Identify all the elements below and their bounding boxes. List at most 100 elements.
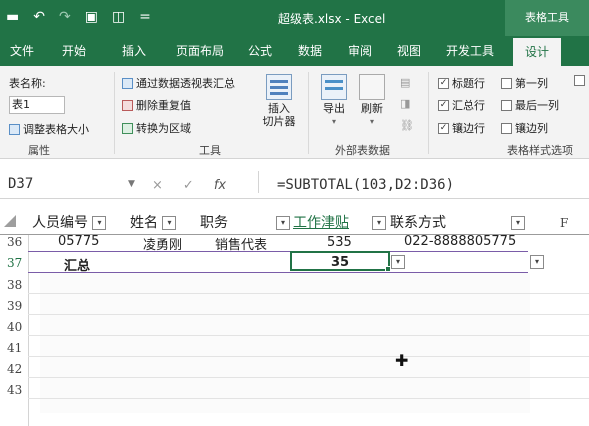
row-gridline [28,377,589,378]
undo-icon[interactable]: ↶ [33,8,45,26]
customize-qat-icon[interactable]: = [139,8,151,26]
banded-columns-checkbox[interactable]: 镶边列 [501,120,548,136]
column-header-f[interactable]: F [560,211,568,235]
convert-to-range-button[interactable]: 转换为区域 [122,120,191,136]
checkbox-unchecked-icon [501,77,512,89]
row-number[interactable]: 43 [0,383,28,397]
checkbox-unchecked-icon [501,122,512,134]
remove-duplicates-label: 删除重复值 [136,99,191,112]
group-separator [428,72,429,154]
table-name-label: 表名称: [9,77,46,90]
select-all-corner[interactable] [4,215,16,227]
header-row-checkbox[interactable]: ✓ 标题行 [438,75,485,91]
filter-dropdown-icon[interactable]: ▾ [511,216,525,230]
insert-slicer-button[interactable]: 插入 切片器 [259,74,299,128]
filter-dropdown-icon[interactable]: ▾ [276,216,290,230]
group-label-external-data: 外部表数据 [335,144,390,157]
worksheet-grid: 人员编号 ▾ 姓名 ▾ 职务 ▾ 工作津贴 ▾ 联系方式 ▾ F 36 0577… [0,199,589,426]
banded-rows-checkbox[interactable]: ✓ 镶边行 [438,120,485,136]
filter-dropdown-icon[interactable]: ▾ [162,216,177,230]
row-number[interactable]: 40 [0,320,28,334]
first-column-label: 第一列 [515,77,548,90]
tab-home[interactable]: 开始 [62,36,86,66]
table-row-border [28,251,528,252]
properties-icon[interactable]: ▤ [400,76,410,89]
header-contact-label: 联系方式 [390,215,446,231]
redo-icon[interactable]: ↷ [59,8,71,26]
total-row-label: 汇总行 [452,99,485,112]
row-number[interactable]: 37 [0,256,28,270]
checkbox-checked-icon: ✓ [438,122,449,134]
row-number[interactable]: 41 [0,341,28,355]
row-number[interactable]: 39 [0,299,28,313]
total-function-dropdown-icon[interactable]: ▾ [530,255,544,269]
tab-insert[interactable]: 插入 [122,36,146,66]
header-work-allowance: 工作津贴 [293,211,349,235]
cell-allowance[interactable]: 535 [327,235,352,250]
export-button[interactable]: 导出 ▾ [318,74,350,128]
filter-button-checkbox[interactable] [574,75,585,86]
open-in-browser-icon[interactable]: ◨ [400,97,410,110]
filter-dropdown-icon[interactable]: ▾ [372,216,386,230]
tab-formulas[interactable]: 公式 [248,36,272,66]
header-contact: 联系方式 [390,211,446,235]
export-icon [321,74,347,100]
header-position: 职务 [200,211,228,235]
save-icon[interactable]: ▣ [85,8,98,26]
name-box[interactable]: D37 [8,176,128,200]
header-name: 姓名 ▾ [130,211,178,235]
row-gridline [28,335,589,336]
row-gridline [28,314,589,315]
remove-duplicates-button[interactable]: 删除重复值 [122,97,191,113]
cell-cursor-icon: ✚ [395,351,409,370]
row-number[interactable]: 42 [0,362,28,376]
cell-total-value[interactable]: 35 [331,255,349,270]
insert-slicer-label-1: 插入 [268,102,290,115]
table-header-row: 人员编号 ▾ 姓名 ▾ 职务 ▾ 工作津贴 ▾ 联系方式 ▾ F [0,211,589,235]
open-folder-icon[interactable]: ▬ [6,8,19,26]
convert-to-range-icon [122,122,133,134]
row-gridline [28,398,589,399]
print-preview-icon[interactable]: ◫ [112,8,125,26]
slicer-icon [266,74,292,100]
refresh-dropdown-icon[interactable]: ▾ [356,115,388,128]
row-number[interactable]: 36 [0,235,28,249]
resize-table-button[interactable]: 调整表格大小 [9,121,89,137]
document-title: 超级表.xlsx - Excel [278,12,386,26]
pivot-table-icon [122,77,133,89]
row-gridline [28,293,589,294]
tab-page-layout[interactable]: 页面布局 [176,36,224,66]
filter-dropdown-icon[interactable]: ▾ [92,216,107,230]
checkbox-checked-icon: ✓ [438,99,449,111]
blurred-rows-area [40,273,530,413]
tab-view[interactable]: 视图 [397,36,421,66]
summarize-pivot-button[interactable]: 通过数据透视表汇总 [122,75,235,91]
table-tools-context-title: 表格工具 [505,0,589,36]
last-column-checkbox[interactable]: 最后一列 [501,97,559,113]
refresh-button[interactable]: 刷新 ▾ [356,74,388,128]
tab-design[interactable]: 设计 [513,38,562,66]
export-dropdown-icon[interactable]: ▾ [318,115,350,128]
name-box-dropdown-icon[interactable]: ▼ [128,179,135,189]
total-function-dropdown-icon[interactable]: ▾ [391,255,405,269]
tab-review[interactable]: 审阅 [348,36,372,66]
tab-data[interactable]: 数据 [298,36,322,66]
tab-developer[interactable]: 开发工具 [446,36,494,66]
header-row-label: 标题行 [452,77,485,90]
cell-contact[interactable]: 022-8888805775 [404,234,516,249]
cell-employee-id[interactable]: 05775 [58,234,99,249]
cancel-icon[interactable]: × [152,178,163,193]
header-name-label: 姓名 [130,215,158,231]
table-name-input[interactable]: 表1 [9,96,65,114]
row-number[interactable]: 38 [0,278,28,292]
insert-function-icon[interactable]: fx [214,178,226,193]
total-row-checkbox[interactable]: ✓ 汇总行 [438,97,485,113]
group-label-tools: 工具 [199,144,221,157]
unlink-icon[interactable]: ⛓ [400,119,414,132]
insert-slicer-label-2: 切片器 [262,115,296,128]
formula-input[interactable]: =SUBTOTAL(103,D2:D36) [277,177,454,193]
formula-bar: D37 ▼ × ✓ fx =SUBTOTAL(103,D2:D36) [0,159,589,199]
enter-icon[interactable]: ✓ [183,178,194,193]
first-column-checkbox[interactable]: 第一列 [501,75,548,91]
tab-file[interactable]: 文件 [10,36,34,66]
